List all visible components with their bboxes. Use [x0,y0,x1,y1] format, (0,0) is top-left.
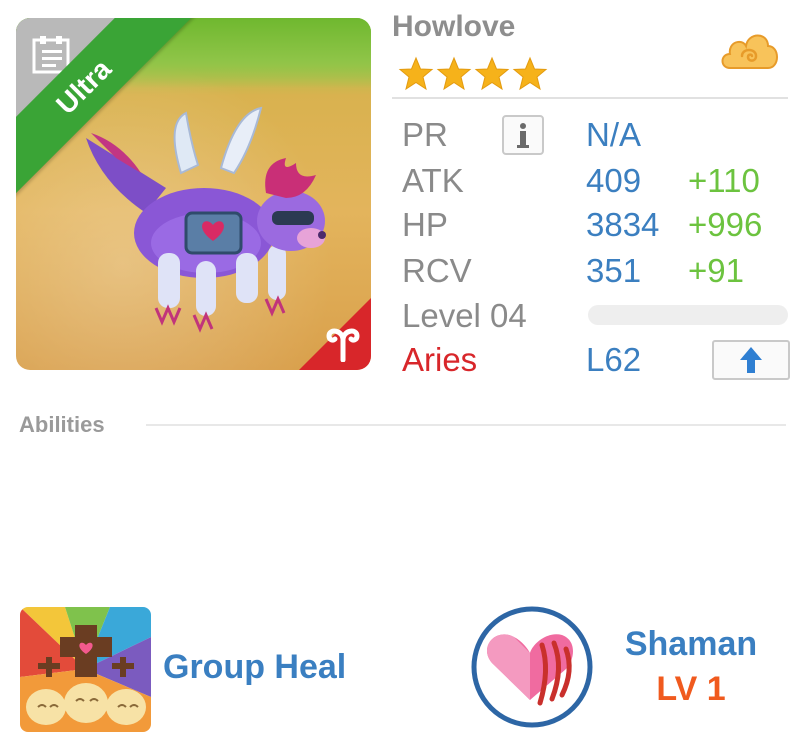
monster-portrait[interactable]: Ultra [16,18,371,370]
level-up-button[interactable] [712,340,790,380]
shaman-art [471,606,593,728]
group-heal-icon[interactable] [20,607,151,732]
ability-group-heal-label[interactable]: Group Heal [163,648,346,687]
stat-value-atk: 409 [586,162,642,199]
star-icon [512,56,548,91]
cloud-icon[interactable] [720,24,780,80]
stat-label-rcv: RCV [402,252,472,289]
level-label: Level 04 [402,297,527,334]
stat-label-atk: ATK [402,162,464,199]
stat-value-rcv: 351 [586,252,642,289]
stat-bonus-atk: +110 [688,162,760,199]
stat-value-pr: N/A [586,116,642,153]
divider [392,97,788,99]
star-icon [474,56,510,91]
info-button[interactable] [502,115,544,155]
stat-label-pr: PR [402,116,448,153]
level-progress-bar [588,305,788,325]
ability-shaman-label[interactable]: Shaman [612,625,770,664]
group-heal-art [20,607,151,732]
up-arrow-icon [740,347,762,373]
star-icon [436,56,472,91]
sign-level: L62 [586,341,642,378]
monster-illustration [86,106,326,333]
abilities-divider [146,424,786,426]
aries-icon [326,328,360,362]
stat-value-hp: 3834 [586,206,660,243]
star-icon [398,56,434,91]
stat-label-hp: HP [402,206,448,243]
info-icon [517,123,529,148]
sign-label: Aries [402,341,478,378]
abilities-heading: Abilities [19,412,105,437]
star-rating [398,56,548,92]
stat-bonus-hp: +996 [688,206,763,243]
ability-shaman-level: LV 1 [656,670,726,708]
stat-bonus-rcv: +91 [688,252,744,289]
monster-name: Howlove [392,10,516,43]
shaman-heart-claw-icon[interactable] [470,605,594,729]
